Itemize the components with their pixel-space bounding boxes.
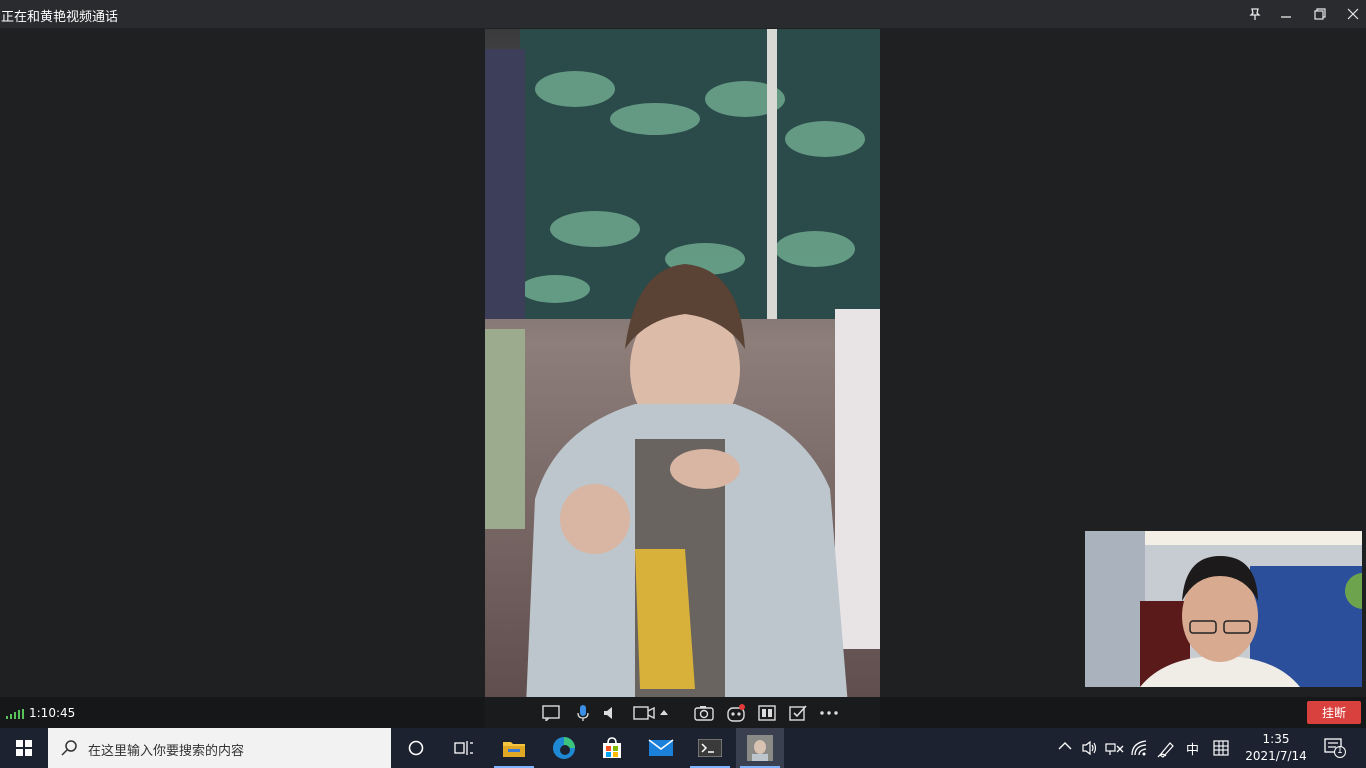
call-controls — [485, 697, 880, 728]
taskbar-search-box[interactable]: 在这里输入你要搜索的内容 — [48, 728, 391, 768]
window-titlebar: 正在和黄艳视频通话 — [0, 0, 1366, 28]
speaker-icon[interactable] — [599, 703, 621, 723]
microphone-icon[interactable] — [572, 703, 594, 723]
whiteboard-icon[interactable] — [787, 703, 809, 723]
clock-date: 2021/7/14 — [1245, 749, 1307, 763]
remote-video-feed[interactable] — [485, 29, 880, 727]
action-center-icon[interactable]: 1 — [1324, 738, 1346, 762]
volume-icon[interactable] — [1081, 740, 1099, 760]
call-timer: 1:10:45 — [29, 706, 76, 720]
clock-time: 1:35 — [1262, 732, 1290, 746]
mail-icon[interactable] — [637, 728, 685, 768]
cortana-icon[interactable] — [392, 728, 440, 768]
wifi-icon[interactable] — [1131, 740, 1149, 760]
local-video-image — [1085, 531, 1362, 687]
notification-count: 1 — [1337, 746, 1343, 756]
start-button[interactable] — [0, 728, 48, 768]
signal-strength-icon — [6, 709, 24, 719]
search-placeholder: 在这里输入你要搜索的内容 — [88, 744, 245, 759]
restore-icon[interactable] — [1305, 2, 1335, 26]
input-method-language[interactable]: 中 — [1186, 739, 1199, 758]
windows-logo-icon — [16, 740, 32, 756]
task-view-icon[interactable] — [440, 728, 488, 768]
pen-ink-icon[interactable] — [1157, 740, 1175, 762]
store-icon[interactable] — [588, 728, 636, 768]
more-icon[interactable] — [818, 703, 840, 723]
dropdown-arrow-icon[interactable] — [658, 703, 670, 723]
video-call-app-icon[interactable] — [736, 728, 784, 768]
search-icon — [61, 740, 77, 756]
camera-icon[interactable] — [633, 703, 655, 723]
close-icon[interactable] — [1338, 2, 1366, 26]
window-title: 正在和黄艳视频通话 — [1, 10, 119, 25]
call-control-bar: 1:10:45 挂断 — [0, 697, 1366, 728]
local-video-preview[interactable] — [1085, 531, 1362, 687]
hangup-button[interactable]: 挂断 — [1307, 701, 1361, 724]
effects-icon[interactable] — [725, 703, 747, 723]
ime-grid-icon[interactable] — [1213, 740, 1229, 760]
minimize-icon[interactable] — [1271, 2, 1301, 26]
show-hidden-icons-chevron-icon[interactable] — [1058, 740, 1072, 755]
remote-video-image — [485, 29, 880, 727]
screen-share-icon[interactable] — [756, 703, 778, 723]
pin-icon[interactable] — [1240, 2, 1270, 26]
edge-browser-icon[interactable] — [540, 728, 588, 768]
terminal-icon[interactable] — [686, 728, 734, 768]
screenshot-icon[interactable] — [693, 703, 715, 723]
message-icon[interactable] — [540, 703, 562, 723]
file-explorer-icon[interactable] — [490, 728, 538, 768]
taskbar-clock[interactable]: 1:35 2021/7/14 — [1240, 731, 1312, 765]
windows-taskbar: 在这里输入你要搜索的内容 中 1:35 2021/7/14 1 — [0, 728, 1366, 768]
network-disconnected-icon[interactable] — [1105, 740, 1125, 760]
